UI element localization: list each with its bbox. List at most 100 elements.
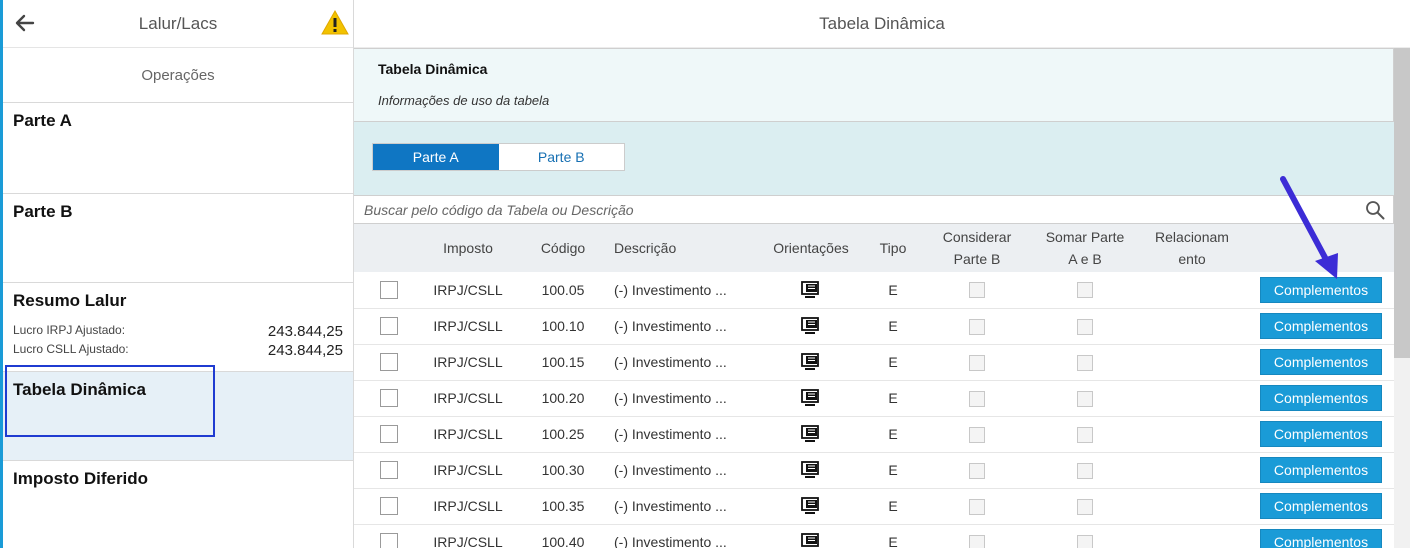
header-descricao: Descrição: [614, 240, 677, 256]
table-row: IRPJ/CSLL 100.35 (-) Investimento ... E Comp…: [354, 488, 1394, 524]
row-checkbox[interactable]: [380, 497, 398, 516]
monitor-document-icon[interactable]: [801, 317, 821, 335]
sidebar: Lalur/Lacs Operações Parte A Parte B Res…: [0, 0, 354, 548]
relacionamento-cell: [1136, 452, 1248, 488]
tipo-cell: E: [888, 426, 898, 442]
imposto-cell: IRPJ/CSLL: [433, 318, 503, 334]
sidebar-item-imposto-diferido[interactable]: Imposto Diferido: [3, 461, 353, 548]
row-checkbox[interactable]: [380, 533, 398, 548]
scrollbar-thumb[interactable]: [1394, 48, 1410, 358]
table-row: IRPJ/CSLL 100.15 (-) Investimento ... E Comp…: [354, 344, 1394, 380]
tab-parte-b[interactable]: Parte B: [498, 144, 624, 170]
complementos-button[interactable]: Complementos: [1260, 421, 1382, 447]
warning-icon[interactable]: [321, 10, 349, 36]
imposto-cell: IRPJ/CSLL: [433, 281, 503, 298]
dynamic-table: Imposto Código Descrição Orientações Tip…: [354, 224, 1394, 548]
codigo-cell: 100.05: [541, 281, 585, 298]
sidebar-item-label: Imposto Diferido: [13, 469, 149, 488]
relacionamento-cell: [1136, 416, 1248, 452]
operations-link[interactable]: Operações: [3, 48, 353, 103]
descricao-cell: (-) Investimento ...: [614, 281, 727, 298]
orientacoes-cell: [756, 488, 866, 524]
monitor-document-icon[interactable]: [801, 425, 821, 443]
sidebar-item-parte-b[interactable]: Parte B: [3, 194, 353, 283]
search-input[interactable]: [364, 201, 1314, 218]
row-checkbox[interactable]: [380, 389, 398, 408]
row-checkbox[interactable]: [380, 317, 398, 336]
considerar-cell: [920, 416, 1034, 452]
complementos-button[interactable]: Complementos: [1260, 493, 1382, 519]
monitor-document-icon[interactable]: [801, 461, 821, 479]
header-somar-line1: Somar Parte: [1045, 229, 1125, 245]
search-icon[interactable]: [1365, 200, 1385, 220]
relacionamento-cell: [1136, 488, 1248, 524]
somar-cell: [1034, 488, 1136, 524]
tabs-area: Parte A Parte B: [354, 122, 1394, 195]
codigo-cell: 100.30: [541, 462, 585, 478]
back-arrow-icon[interactable]: [13, 11, 37, 35]
header-relac-line2: ento: [1178, 251, 1206, 267]
relacionamento-cell: [1136, 524, 1248, 548]
table-row: IRPJ/CSLL 100.40 (-) Investimento ... E Comp…: [354, 524, 1394, 548]
codigo-cell: 100.20: [541, 390, 585, 406]
row-checkbox[interactable]: [380, 280, 398, 299]
sidebar-item-label: Resumo Lalur: [13, 291, 127, 310]
header-imposto: Imposto: [443, 240, 493, 256]
main-content: Tabela Dinâmica Informações de uso da ta…: [354, 48, 1394, 548]
row-checkbox[interactable]: [380, 461, 398, 480]
complementos-button[interactable]: Complementos: [1260, 313, 1382, 339]
orientacoes-cell: [756, 272, 866, 308]
orientacoes-cell: [756, 452, 866, 488]
considerar-cell: [920, 452, 1034, 488]
relacionamento-cell: [1136, 272, 1248, 308]
sidebar-item-label: Parte A: [13, 111, 72, 130]
monitor-document-icon[interactable]: [801, 533, 821, 548]
lucro-irpj-label: Lucro IRPJ Ajustado:: [13, 323, 126, 337]
considerar-cell: [920, 272, 1034, 308]
complementos-button[interactable]: Complementos: [1260, 276, 1382, 303]
actions-cell: Complementos: [1248, 308, 1394, 344]
orientacoes-cell: [756, 416, 866, 452]
actions-cell: Complementos: [1248, 344, 1394, 380]
considerar-parte-b-checkbox: [969, 462, 985, 479]
info-subtitle: Informações de uso da tabela: [378, 93, 550, 108]
tipo-cell: E: [888, 354, 898, 370]
imposto-cell: IRPJ/CSLL: [433, 498, 503, 514]
considerar-parte-b-checkbox: [969, 426, 985, 443]
monitor-document-icon[interactable]: [801, 497, 821, 515]
info-title: Tabela Dinâmica: [378, 61, 488, 77]
monitor-document-icon[interactable]: [801, 389, 821, 407]
sidebar-item-tabela-dinamica[interactable]: Tabela Dinâmica: [3, 365, 353, 461]
table-row: IRPJ/CSLL 100.30 (-) Investimento ... E Comp…: [354, 452, 1394, 488]
header-actions: [1248, 224, 1394, 272]
complementos-button[interactable]: Complementos: [1260, 385, 1382, 411]
sidebar-item-resumo-lalur[interactable]: Resumo Lalur Lucro IRPJ Ajustado: 243.84…: [3, 283, 353, 372]
info-box: Tabela Dinâmica Informações de uso da ta…: [354, 48, 1394, 122]
tipo-cell: E: [888, 498, 898, 514]
table-header-row: Imposto Código Descrição Orientações Tip…: [354, 224, 1394, 272]
sidebar-title: Lalur/Lacs: [138, 13, 218, 33]
monitor-document-icon[interactable]: [801, 280, 821, 299]
descricao-cell: (-) Investimento ...: [614, 498, 727, 514]
complementos-button[interactable]: Complementos: [1260, 349, 1382, 375]
header-somar-parte-a-e-b: Somar Parte A e B: [1034, 224, 1136, 272]
row-checkbox[interactable]: [380, 353, 398, 372]
page-title: Tabela Dinâmica: [354, 0, 1410, 48]
tipo-cell: E: [888, 318, 898, 334]
considerar-parte-b-checkbox: [969, 282, 985, 299]
relacionamento-cell: [1136, 308, 1248, 344]
tipo-cell: E: [888, 281, 898, 298]
monitor-document-icon[interactable]: [801, 353, 821, 371]
sidebar-item-parte-a[interactable]: Parte A: [3, 103, 353, 194]
row-checkbox[interactable]: [380, 425, 398, 444]
somar-cell: [1034, 308, 1136, 344]
somar-cell: [1034, 344, 1136, 380]
somar-parte-a-e-b-checkbox: [1077, 498, 1093, 515]
tab-parte-a[interactable]: Parte A: [373, 144, 499, 170]
complementos-button[interactable]: Complementos: [1260, 457, 1382, 483]
header-codigo: Código: [540, 240, 586, 256]
complementos-button[interactable]: Complementos: [1260, 529, 1382, 548]
somar-cell: [1034, 380, 1136, 416]
table-row: IRPJ/CSLL 100.05 (-) Investimento ... E Comp…: [354, 272, 1394, 308]
actions-cell: Complementos: [1248, 524, 1394, 548]
